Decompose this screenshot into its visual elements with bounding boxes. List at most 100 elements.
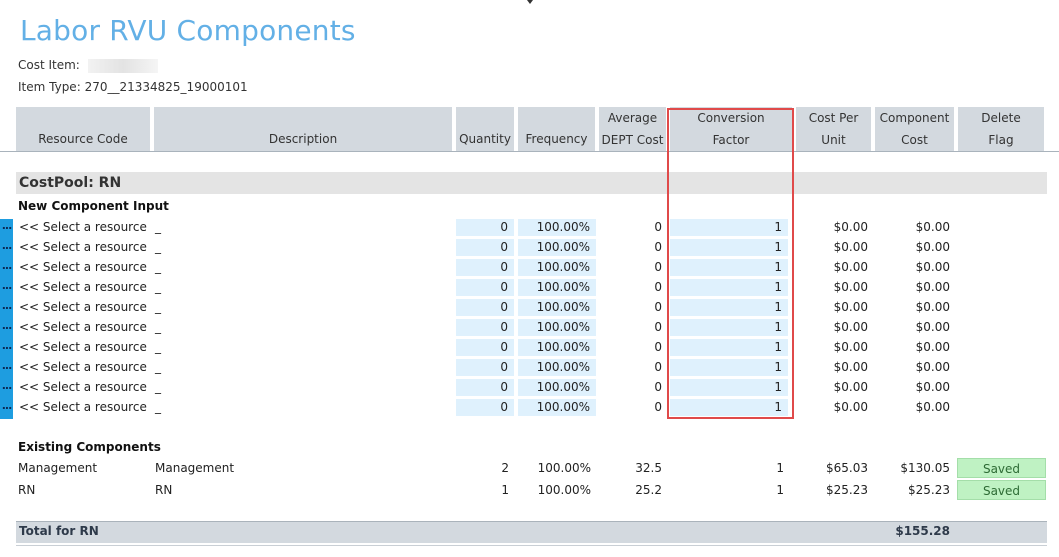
component-cost-value: $25.23	[908, 483, 950, 497]
saved-status-badge[interactable]: Saved	[957, 480, 1046, 500]
frequency-input[interactable]: 100.00%	[518, 259, 596, 276]
total-label: Total for RN	[19, 524, 99, 538]
component-cost-value: $0.00	[915, 340, 950, 354]
conversion-factor-input[interactable]: 1	[670, 359, 788, 376]
component-cost-value: $0.00	[915, 220, 950, 234]
component-cost-value: $130.05	[900, 461, 950, 475]
resource-select[interactable]: << Select a resource	[19, 339, 149, 356]
resource-select[interactable]: << Select a resource	[19, 379, 149, 396]
resource-code-value: Management	[18, 461, 98, 475]
cost-per-unit-value: $0.00	[833, 240, 868, 254]
conversion-factor-input[interactable]: 1	[670, 379, 788, 396]
row-more-icon[interactable]: ...	[0, 399, 13, 419]
cost-item-redacted-value	[87, 58, 158, 73]
new-component-row: ... << Select a resource _ 0 100.00% 0 1 $0.00 $…	[0, 239, 1059, 259]
component-cost-value: $0.00	[915, 380, 950, 394]
resource-select[interactable]: << Select a resource	[19, 399, 149, 416]
resource-select[interactable]: << Select a resource	[19, 259, 149, 276]
description-field: _	[155, 320, 161, 334]
frequency-input[interactable]: 100.00%	[518, 399, 596, 416]
description-value: Management	[155, 461, 235, 475]
quantity-input[interactable]: 0	[456, 279, 514, 296]
row-more-icon[interactable]: ...	[0, 279, 13, 299]
conversion-factor-value: 1	[776, 461, 784, 475]
quantity-input[interactable]: 0	[456, 359, 514, 376]
saved-status-badge[interactable]: Saved	[957, 458, 1046, 478]
frequency-input[interactable]: 100.00%	[518, 299, 596, 316]
existing-component-row: Management Management 2 100.00% 32.5 1 $65.03 $…	[0, 460, 1059, 477]
frequency-input[interactable]: 100.00%	[518, 339, 596, 356]
resource-select[interactable]: << Select a resource	[19, 239, 149, 256]
col-component-cost: Component Cost	[875, 107, 954, 151]
total-value: $155.28	[895, 524, 950, 538]
new-component-row: ... << Select a resource _ 0 100.00% 0 1 $0.00 $…	[0, 219, 1059, 239]
conversion-factor-input[interactable]: 1	[670, 219, 788, 236]
frequency-input[interactable]: 100.00%	[518, 379, 596, 396]
row-more-icon[interactable]: ...	[0, 239, 13, 259]
resource-select[interactable]: << Select a resource	[19, 279, 149, 296]
item-type-value: 270__21334825_19000101	[84, 80, 248, 94]
new-component-row: ... << Select a resource _ 0 100.00% 0 1 $0.00 $…	[0, 279, 1059, 299]
costpool-title: CostPool: RN	[19, 175, 122, 191]
conversion-factor-input[interactable]: 1	[670, 239, 788, 256]
conversion-factor-input[interactable]: 1	[670, 319, 788, 336]
avg-dept-cost-value: 0	[654, 240, 662, 254]
new-component-row: ... << Select a resource _ 0 100.00% 0 1 $0.00 $…	[0, 299, 1059, 319]
quantity-input[interactable]: 0	[456, 399, 514, 416]
conversion-factor-input[interactable]: 1	[670, 279, 788, 296]
avg-dept-cost-value: 0	[654, 320, 662, 334]
avg-dept-cost-value: 32.5	[635, 461, 662, 475]
new-component-row: ... << Select a resource _ 0 100.00% 0 1 $0.00 $…	[0, 339, 1059, 359]
frequency-input[interactable]: 100.00%	[518, 239, 596, 256]
quantity-input[interactable]: 0	[456, 299, 514, 316]
existing-components-label: Existing Components	[18, 440, 161, 454]
cost-per-unit-value: $0.00	[833, 280, 868, 294]
quantity-input[interactable]: 0	[456, 239, 514, 256]
resource-select[interactable]: << Select a resource	[19, 319, 149, 336]
avg-dept-cost-value: 0	[654, 300, 662, 314]
avg-dept-cost-value: 0	[654, 360, 662, 374]
conversion-factor-input[interactable]: 1	[670, 399, 788, 416]
frequency-input[interactable]: 100.00%	[518, 319, 596, 336]
col-frequency: Frequency	[518, 107, 595, 151]
cost-per-unit-value: $0.00	[833, 400, 868, 414]
page-title: Labor RVU Components	[20, 14, 356, 47]
row-more-icon[interactable]: ...	[0, 219, 13, 239]
col-delete-flag: Delete Flag	[958, 107, 1044, 151]
component-cost-value: $0.00	[915, 260, 950, 274]
quantity-input[interactable]: 0	[456, 259, 514, 276]
avg-dept-cost-value: 0	[654, 280, 662, 294]
quantity-input[interactable]: 0	[456, 319, 514, 336]
quantity-input[interactable]: 0	[456, 339, 514, 356]
frequency-input[interactable]: 100.00%	[518, 279, 596, 296]
conversion-factor-input[interactable]: 1	[670, 259, 788, 276]
row-more-icon[interactable]: ...	[0, 319, 13, 339]
avg-dept-cost-value: 0	[654, 340, 662, 354]
avg-dept-cost-value: 0	[654, 380, 662, 394]
row-more-icon[interactable]: ...	[0, 299, 13, 319]
cost-per-unit-value: $0.00	[833, 320, 868, 334]
component-cost-value: $0.00	[915, 240, 950, 254]
row-more-icon[interactable]: ...	[0, 259, 13, 279]
new-component-row: ... << Select a resource _ 0 100.00% 0 1 $0.00 $…	[0, 259, 1059, 279]
component-cost-value: $0.00	[915, 320, 950, 334]
row-more-icon[interactable]: ...	[0, 339, 13, 359]
conversion-factor-input[interactable]: 1	[670, 299, 788, 316]
row-more-icon[interactable]: ...	[0, 359, 13, 379]
conversion-factor-value: 1	[776, 483, 784, 497]
frequency-input[interactable]: 100.00%	[518, 219, 596, 236]
row-more-icon[interactable]: ...	[0, 379, 13, 399]
new-component-row: ... << Select a resource _ 0 100.00% 0 1 $0.00 $…	[0, 359, 1059, 379]
frequency-input[interactable]: 100.00%	[518, 359, 596, 376]
quantity-input[interactable]: 0	[456, 219, 514, 236]
quantity-input[interactable]: 0	[456, 379, 514, 396]
conversion-factor-input[interactable]: 1	[670, 339, 788, 356]
description-field: _	[155, 400, 161, 414]
component-cost-value: $0.00	[915, 400, 950, 414]
resource-select[interactable]: << Select a resource	[19, 299, 149, 316]
cost-item-label: Cost Item:	[18, 58, 80, 72]
header-divider	[0, 151, 1059, 152]
resource-select[interactable]: << Select a resource	[19, 219, 149, 236]
resource-select[interactable]: << Select a resource	[19, 359, 149, 376]
cost-per-unit-value: $0.00	[833, 380, 868, 394]
